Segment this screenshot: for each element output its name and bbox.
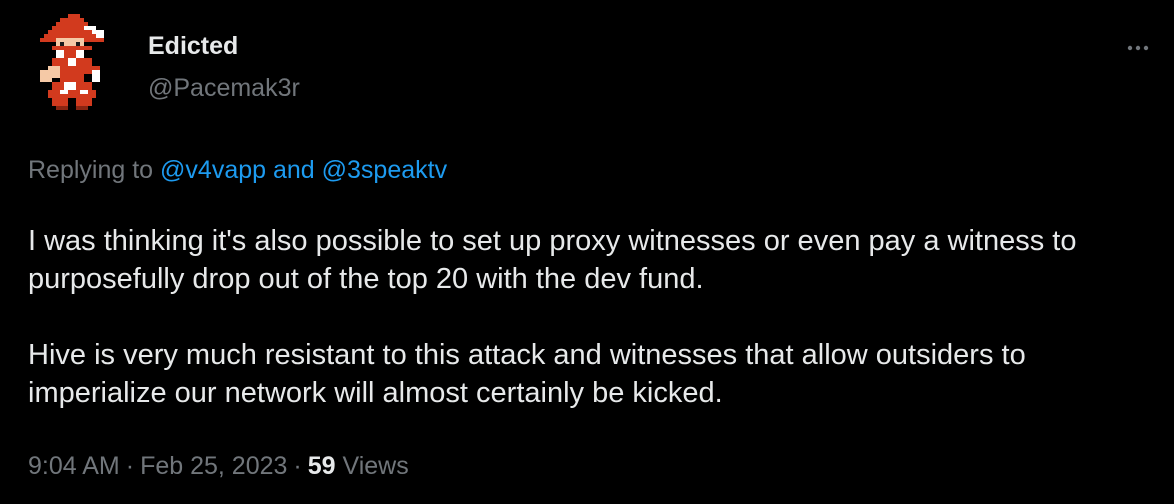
meta-separator: · <box>293 452 302 480</box>
more-options-button[interactable] <box>1122 34 1154 62</box>
views-count: 59 <box>307 452 336 480</box>
display-name[interactable]: Edicted <box>148 32 238 61</box>
mention-conjunction[interactable]: and <box>266 156 322 184</box>
pixel-red-mage-avatar-icon <box>40 14 104 110</box>
mention-link-v4vapp[interactable]: @v4vapp <box>160 156 266 184</box>
avatar[interactable] <box>36 14 116 118</box>
tweet-date[interactable]: Feb 25, 2023 <box>140 452 287 480</box>
tweet-meta: 9:04 AM · Feb 25, 2023 · 59 Views <box>28 452 409 481</box>
tweet-time[interactable]: 9:04 AM <box>28 452 120 480</box>
mention-link-3speaktv[interactable]: @3speaktv <box>322 156 447 184</box>
replying-to-prefix: Replying to <box>28 156 161 184</box>
meta-separator: · <box>125 452 135 480</box>
views-label: Views <box>342 452 409 480</box>
replying-to: Replying to @v4vapp and @3speaktv <box>28 156 447 185</box>
tweet-paragraph: I was thinking it's also possible to set… <box>28 225 1077 295</box>
more-dots-icon <box>1127 45 1149 51</box>
tweet-paragraph: Hive is very much resistant to this atta… <box>28 339 1026 409</box>
tweet-text: I was thinking it's also possible to set… <box>28 222 1148 450</box>
user-handle[interactable]: @Pacemak3r <box>148 74 300 103</box>
tweet: Edicted @Pacemak3r Replying to @v4vapp a… <box>0 0 1174 504</box>
